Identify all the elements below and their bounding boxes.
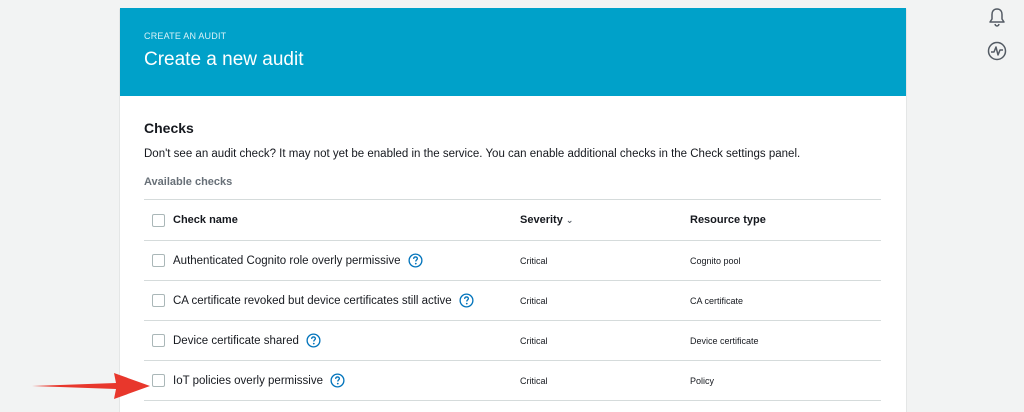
sort-chevron-down-icon[interactable]: ⌄ bbox=[566, 215, 574, 225]
checks-title: Checks bbox=[144, 120, 194, 136]
checks-section: Checks Don't see an audit check? It may … bbox=[120, 96, 906, 401]
table-header-row: Check name Severity ⌄ Resource type bbox=[144, 200, 881, 241]
table-row: Device certificate shared Critical Devic… bbox=[144, 321, 881, 361]
row-checkbox[interactable] bbox=[152, 334, 165, 347]
check-name-cell: Device certificate shared bbox=[144, 333, 520, 348]
side-toolbar bbox=[986, 6, 1008, 62]
check-name-cell: IoT policies overly permissive bbox=[144, 373, 520, 388]
bell-icon[interactable] bbox=[986, 6, 1008, 28]
column-header-severity[interactable]: Severity ⌄ bbox=[520, 214, 690, 226]
row-checkbox[interactable] bbox=[152, 294, 165, 307]
severity-cell: Critical bbox=[520, 375, 548, 386]
select-all-checkbox[interactable] bbox=[152, 213, 165, 227]
severity-header-label: Severity bbox=[520, 214, 563, 226]
checks-description: Don't see an audit check? It may not yet… bbox=[144, 148, 801, 160]
panel-header: CREATE AN AUDIT Create a new audit bbox=[120, 8, 906, 96]
resource-type-cell: Policy bbox=[690, 375, 715, 386]
row-checkbox[interactable] bbox=[152, 374, 165, 387]
resource-type-cell: Device certificate bbox=[690, 335, 759, 346]
red-arrow-annotation-icon bbox=[32, 373, 150, 399]
header-eyebrow: CREATE AN AUDIT bbox=[144, 31, 227, 41]
check-name-cell: Authenticated Cognito role overly permis… bbox=[144, 253, 520, 268]
severity-cell: Critical bbox=[520, 255, 548, 266]
column-header-resource-type: Resource type bbox=[690, 214, 766, 226]
check-name: CA certificate revoked but device certif… bbox=[173, 294, 452, 307]
table-row: IoT policies overly permissive Critical … bbox=[144, 361, 881, 401]
create-audit-panel: CREATE AN AUDIT Create a new audit Check… bbox=[120, 8, 906, 412]
severity-cell: Critical bbox=[520, 335, 548, 346]
help-icon[interactable] bbox=[330, 373, 345, 388]
check-name: Authenticated Cognito role overly permis… bbox=[173, 254, 401, 267]
column-header-check-name: Check name bbox=[173, 214, 238, 226]
check-name: IoT policies overly permissive bbox=[173, 374, 323, 387]
severity-cell: Critical bbox=[520, 295, 548, 306]
resource-type-cell: CA certificate bbox=[690, 295, 744, 306]
resource-type-cell: Cognito pool bbox=[690, 255, 741, 266]
check-name-cell: CA certificate revoked but device certif… bbox=[144, 293, 520, 308]
check-name: Device certificate shared bbox=[173, 334, 299, 347]
row-checkbox[interactable] bbox=[152, 254, 165, 267]
checks-table: Check name Severity ⌄ Resource type Authe… bbox=[144, 199, 881, 401]
available-checks-label: Available checks bbox=[144, 176, 233, 188]
page-title: Create a new audit bbox=[144, 49, 304, 70]
help-icon[interactable] bbox=[408, 253, 423, 268]
activity-icon[interactable] bbox=[986, 40, 1008, 62]
header-name-cell: Check name bbox=[144, 213, 520, 227]
table-row: CA certificate revoked but device certif… bbox=[144, 281, 881, 321]
table-row: Authenticated Cognito role overly permis… bbox=[144, 241, 881, 281]
help-icon[interactable] bbox=[306, 333, 321, 348]
help-icon[interactable] bbox=[459, 293, 474, 308]
